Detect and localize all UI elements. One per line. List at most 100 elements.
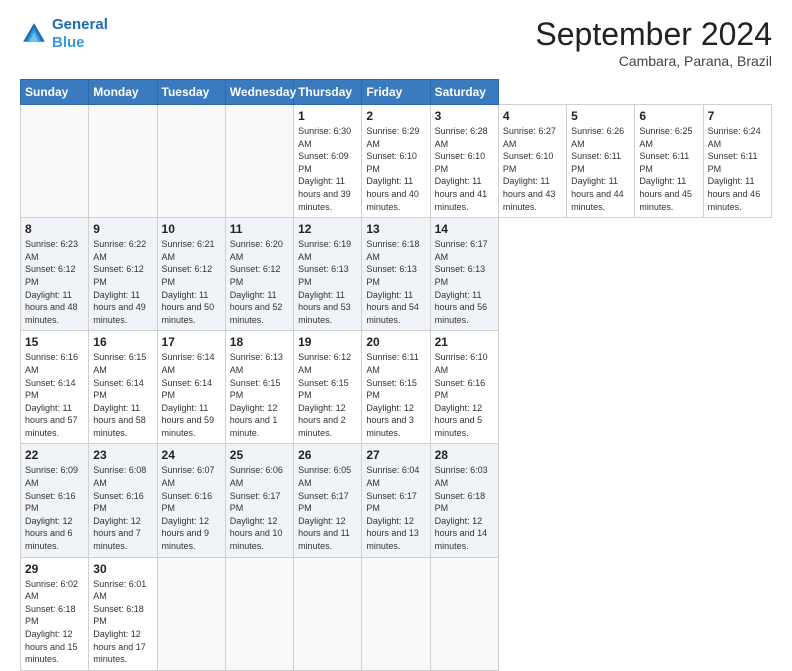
day-header-sunday: Sunday — [21, 80, 89, 105]
calendar-header: SundayMondayTuesdayWednesdayThursdayFrid… — [21, 80, 772, 105]
calendar-cell: 11Sunrise: 6:20 AMSunset: 6:12 PMDayligh… — [225, 218, 293, 331]
day-number: 22 — [25, 448, 84, 462]
calendar-cell: 22 Sunrise: 6:09 AMSunset: 6:16 PMDayligh… — [21, 444, 89, 557]
cell-content: Sunrise: 6:16 AMSunset: 6:14 PMDaylight:… — [25, 351, 84, 439]
cell-content: Sunrise: 6:05 AMSunset: 6:17 PMDaylight:… — [298, 464, 357, 552]
cell-content: Sunrise: 6:11 AMSunset: 6:15 PMDaylight:… — [366, 351, 425, 439]
calendar-cell: 9Sunrise: 6:22 AMSunset: 6:12 PMDaylight… — [89, 218, 157, 331]
cell-content: Sunrise: 6:19 AMSunset: 6:13 PMDaylight:… — [298, 238, 357, 326]
day-number: 7 — [708, 109, 767, 123]
calendar-week-4: 22 Sunrise: 6:09 AMSunset: 6:16 PMDayligh… — [21, 444, 772, 557]
day-header-tuesday: Tuesday — [157, 80, 225, 105]
calendar-cell: 26 Sunrise: 6:05 AMSunset: 6:17 PMDayligh… — [294, 444, 362, 557]
cell-content: Sunrise: 6:02 AMSunset: 6:18 PMDaylight:… — [25, 578, 84, 666]
day-number: 26 — [298, 448, 357, 462]
cell-content: Sunrise: 6:24 AMSunset: 6:11 PMDaylight:… — [708, 125, 767, 213]
cell-content: Sunrise: 6:18 AMSunset: 6:13 PMDaylight:… — [366, 238, 425, 326]
calendar-week-5: 29Sunrise: 6:02 AMSunset: 6:18 PMDayligh… — [21, 557, 772, 670]
calendar-cell: 16 Sunrise: 6:15 AMSunset: 6:14 PMDayligh… — [89, 331, 157, 444]
cell-content: Sunrise: 6:20 AMSunset: 6:12 PMDaylight:… — [230, 238, 289, 326]
calendar-cell — [89, 105, 157, 218]
calendar-cell: 3 Sunrise: 6:28 AMSunset: 6:10 PMDaylight… — [430, 105, 498, 218]
calendar-cell: 12 Sunrise: 6:19 AMSunset: 6:13 PMDayligh… — [294, 218, 362, 331]
day-number: 25 — [230, 448, 289, 462]
cell-content: Sunrise: 6:29 AMSunset: 6:10 PMDaylight:… — [366, 125, 425, 213]
calendar-cell: 23 Sunrise: 6:08 AMSunset: 6:16 PMDayligh… — [89, 444, 157, 557]
day-header-saturday: Saturday — [430, 80, 498, 105]
logo: General Blue — [20, 16, 108, 52]
calendar-cell: 25Sunrise: 6:06 AMSunset: 6:17 PMDayligh… — [225, 444, 293, 557]
day-number: 15 — [25, 335, 84, 349]
calendar-cell: 4Sunrise: 6:27 AMSunset: 6:10 PMDaylight… — [498, 105, 566, 218]
day-number: 16 — [93, 335, 152, 349]
cell-content: Sunrise: 6:01 AMSunset: 6:18 PMDaylight:… — [93, 578, 152, 666]
cell-content: Sunrise: 6:08 AMSunset: 6:16 PMDaylight:… — [93, 464, 152, 552]
calendar-cell: 5 Sunrise: 6:26 AMSunset: 6:11 PMDaylight… — [567, 105, 635, 218]
calendar-week-2: 8 Sunrise: 6:23 AMSunset: 6:12 PMDaylight… — [21, 218, 772, 331]
calendar-body: 1Sunrise: 6:30 AMSunset: 6:09 PMDaylight… — [21, 105, 772, 671]
cell-content: Sunrise: 6:07 AMSunset: 6:16 PMDaylight:… — [162, 464, 221, 552]
calendar-cell: 1Sunrise: 6:30 AMSunset: 6:09 PMDaylight… — [294, 105, 362, 218]
logo-icon — [20, 20, 48, 48]
header: General Blue September 2024 Cambara, Par… — [20, 16, 772, 69]
calendar-week-1: 1Sunrise: 6:30 AMSunset: 6:09 PMDaylight… — [21, 105, 772, 218]
calendar-cell — [157, 557, 225, 670]
day-number: 23 — [93, 448, 152, 462]
day-number: 3 — [435, 109, 494, 123]
day-number: 5 — [571, 109, 630, 123]
calendar-cell — [225, 557, 293, 670]
day-number: 27 — [366, 448, 425, 462]
calendar-cell: 19Sunrise: 6:12 AMSunset: 6:15 PMDayligh… — [294, 331, 362, 444]
calendar-cell — [362, 557, 430, 670]
cell-content: Sunrise: 6:26 AMSunset: 6:11 PMDaylight:… — [571, 125, 630, 213]
calendar-cell — [430, 557, 498, 670]
logo-text: General Blue — [52, 16, 108, 52]
day-number: 24 — [162, 448, 221, 462]
calendar-cell: 14Sunrise: 6:17 AMSunset: 6:13 PMDayligh… — [430, 218, 498, 331]
day-number: 13 — [366, 222, 425, 236]
calendar-cell: 17 Sunrise: 6:14 AMSunset: 6:14 PMDayligh… — [157, 331, 225, 444]
calendar-cell: 15 Sunrise: 6:16 AMSunset: 6:14 PMDayligh… — [21, 331, 89, 444]
day-number: 12 — [298, 222, 357, 236]
cell-content: Sunrise: 6:17 AMSunset: 6:13 PMDaylight:… — [435, 238, 494, 326]
page: General Blue September 2024 Cambara, Par… — [0, 0, 792, 612]
cell-content: Sunrise: 6:13 AMSunset: 6:15 PMDaylight:… — [230, 351, 289, 439]
cell-content: Sunrise: 6:09 AMSunset: 6:16 PMDaylight:… — [25, 464, 84, 552]
calendar-cell — [225, 105, 293, 218]
calendar-cell: 18Sunrise: 6:13 AMSunset: 6:15 PMDayligh… — [225, 331, 293, 444]
cell-content: Sunrise: 6:28 AMSunset: 6:10 PMDaylight:… — [435, 125, 494, 213]
cell-content: Sunrise: 6:21 AMSunset: 6:12 PMDaylight:… — [162, 238, 221, 326]
calendar-cell: 10 Sunrise: 6:21 AMSunset: 6:12 PMDayligh… — [157, 218, 225, 331]
day-number: 8 — [25, 222, 84, 236]
day-number: 28 — [435, 448, 494, 462]
day-number: 10 — [162, 222, 221, 236]
day-number: 1 — [298, 109, 357, 123]
month-title: September 2024 — [535, 16, 772, 53]
day-number: 6 — [639, 109, 698, 123]
calendar-cell: 13 Sunrise: 6:18 AMSunset: 6:13 PMDayligh… — [362, 218, 430, 331]
calendar-cell: 8 Sunrise: 6:23 AMSunset: 6:12 PMDaylight… — [21, 218, 89, 331]
cell-content: Sunrise: 6:23 AMSunset: 6:12 PMDaylight:… — [25, 238, 84, 326]
calendar-cell: 27Sunrise: 6:04 AMSunset: 6:17 PMDayligh… — [362, 444, 430, 557]
calendar-cell: 7 Sunrise: 6:24 AMSunset: 6:11 PMDaylight… — [703, 105, 771, 218]
calendar-cell — [21, 105, 89, 218]
day-header-monday: Monday — [89, 80, 157, 105]
cell-content: Sunrise: 6:10 AMSunset: 6:16 PMDaylight:… — [435, 351, 494, 439]
day-header-wednesday: Wednesday — [225, 80, 293, 105]
day-header-friday: Friday — [362, 80, 430, 105]
cell-content: Sunrise: 6:22 AMSunset: 6:12 PMDaylight:… — [93, 238, 152, 326]
cell-content: Sunrise: 6:27 AMSunset: 6:10 PMDaylight:… — [503, 125, 562, 213]
header-row: SundayMondayTuesdayWednesdayThursdayFrid… — [21, 80, 772, 105]
day-number: 2 — [366, 109, 425, 123]
day-number: 17 — [162, 335, 221, 349]
calendar-cell: 30 Sunrise: 6:01 AMSunset: 6:18 PMDayligh… — [89, 557, 157, 670]
calendar-cell: 29Sunrise: 6:02 AMSunset: 6:18 PMDayligh… — [21, 557, 89, 670]
day-header-thursday: Thursday — [294, 80, 362, 105]
calendar-cell: 28Sunrise: 6:03 AMSunset: 6:18 PMDayligh… — [430, 444, 498, 557]
cell-content: Sunrise: 6:14 AMSunset: 6:14 PMDaylight:… — [162, 351, 221, 439]
calendar-cell: 6Sunrise: 6:25 AMSunset: 6:11 PMDaylight… — [635, 105, 703, 218]
day-number: 30 — [93, 562, 152, 576]
calendar-cell: 21Sunrise: 6:10 AMSunset: 6:16 PMDayligh… — [430, 331, 498, 444]
calendar-cell: 20Sunrise: 6:11 AMSunset: 6:15 PMDayligh… — [362, 331, 430, 444]
cell-content: Sunrise: 6:15 AMSunset: 6:14 PMDaylight:… — [93, 351, 152, 439]
